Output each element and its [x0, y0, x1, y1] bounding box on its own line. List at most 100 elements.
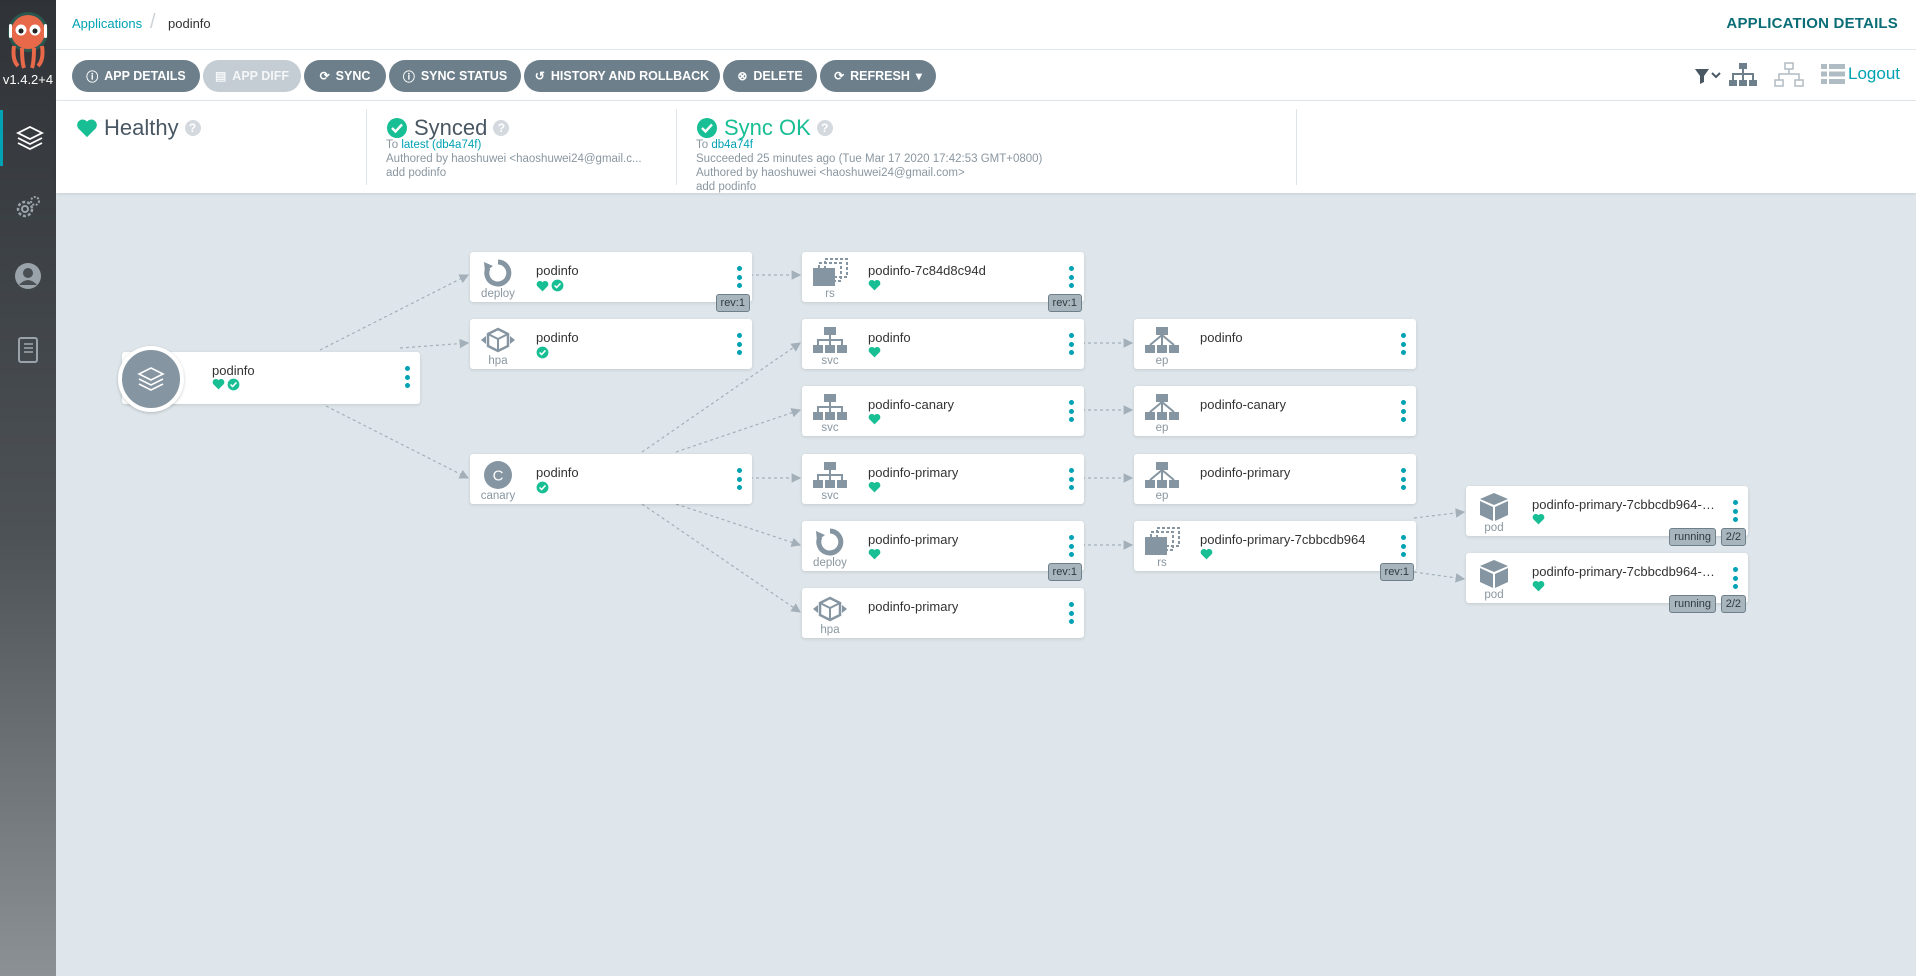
- app-details-button[interactable]: ⓘ APP DETAILS: [72, 60, 200, 92]
- filter-icon[interactable]: [1694, 67, 1722, 85]
- svc-node[interactable]: svc podinfo: [802, 319, 1084, 369]
- history-rollback-button[interactable]: ↺ HISTORY AND ROLLBACK: [524, 60, 720, 92]
- history-icon: ↺: [534, 69, 545, 83]
- resource-status: [536, 279, 564, 292]
- divider: [676, 109, 677, 185]
- divider: [366, 109, 367, 185]
- svc-node[interactable]: svc podinfo-primary: [802, 454, 1084, 504]
- app-diff-button[interactable]: ▤ APP DIFF: [203, 60, 301, 92]
- application-icon: [118, 346, 184, 412]
- sync-status-button[interactable]: ⓘ SYNC STATUS: [389, 60, 521, 92]
- heart-icon: [1200, 548, 1213, 560]
- heart-icon: [77, 119, 97, 138]
- pod-node[interactable]: pod podinfo-primary-7cbbcdb964-9... runnin…: [1466, 486, 1748, 546]
- page-title: APPLICATION DETAILS: [1726, 15, 1898, 32]
- operation-time: Succeeded 25 minutes ago (Tue Mar 17 202…: [696, 153, 1043, 165]
- kebab-menu-icon[interactable]: [1068, 535, 1074, 557]
- heart-icon: [868, 548, 881, 560]
- info-icon: ⓘ: [86, 69, 99, 84]
- deploy-node[interactable]: deploy podinfo-primary rev:1: [802, 521, 1084, 581]
- resource-kind: ep: [1155, 355, 1169, 367]
- hpa-node[interactable]: hpa podinfo: [470, 319, 752, 369]
- pod-node[interactable]: pod podinfo-primary-7cbbcdb964-h... runnin…: [1466, 553, 1748, 613]
- resource-status: [868, 481, 881, 493]
- hpa-node[interactable]: hpa podinfo-primary: [802, 588, 1084, 638]
- resource-name: podinfo-primary: [1200, 465, 1291, 480]
- kebab-menu-icon[interactable]: [736, 333, 742, 355]
- sync-status-block: Synced ? To latest (db4a74f) Authored by…: [386, 101, 676, 185]
- help-icon[interactable]: ?: [816, 120, 833, 136]
- app-diff-label: APP DIFF: [232, 69, 290, 83]
- heart-icon: [1532, 513, 1545, 525]
- nav-settings[interactable]: [0, 180, 56, 236]
- kebab-menu-icon[interactable]: [1068, 266, 1074, 288]
- kebab-menu-icon[interactable]: [1400, 468, 1406, 490]
- rs-node[interactable]: rs podinfo-primary-7cbbcdb964 rev:1: [1134, 521, 1416, 581]
- revision-badge: rev:1: [1047, 563, 1082, 581]
- kebab-menu-icon[interactable]: [736, 266, 742, 288]
- sync-button[interactable]: ⟳ SYNC: [304, 60, 386, 92]
- resource-name: podinfo: [536, 465, 579, 480]
- kebab-menu-icon[interactable]: [1068, 400, 1074, 422]
- operation-author: Authored by haoshuwei <haoshuwei24@gmail…: [696, 167, 965, 179]
- canary-icon: C: [480, 460, 516, 490]
- canary-node[interactable]: Ccanary podinfo: [470, 454, 752, 504]
- resource-name: podinfo-canary: [1200, 397, 1286, 412]
- kebab-menu-icon[interactable]: [404, 366, 410, 388]
- nav-applications[interactable]: [0, 110, 56, 166]
- kebab-menu-icon[interactable]: [1400, 400, 1406, 422]
- resource-kind: canary: [480, 490, 516, 502]
- tree-view-icon[interactable]: [1728, 62, 1758, 88]
- kebab-menu-icon[interactable]: [1732, 500, 1738, 522]
- kebab-menu-icon[interactable]: [1400, 535, 1406, 557]
- kebab-menu-icon[interactable]: [1732, 567, 1738, 589]
- svc-node[interactable]: svc podinfo-canary: [802, 386, 1084, 436]
- refresh-button[interactable]: ⟳ REFRESH ▾: [820, 60, 936, 92]
- revision-badge: rev:1: [1047, 294, 1082, 312]
- list-view-icon[interactable]: [1820, 63, 1846, 85]
- kebab-menu-icon[interactable]: [1400, 333, 1406, 355]
- help-icon[interactable]: ?: [493, 120, 510, 136]
- resource-name: podinfo: [536, 330, 579, 345]
- logout-link[interactable]: Logout: [1848, 64, 1900, 84]
- resource-status: [868, 279, 881, 291]
- delete-button[interactable]: ⊗ DELETE: [723, 60, 817, 92]
- sync-revision-link[interactable]: latest (db4a74f): [401, 139, 481, 151]
- app-details-label: APP DETAILS: [104, 69, 186, 83]
- revision-badge: rev:1: [1379, 563, 1414, 581]
- resource-status: [536, 346, 549, 359]
- ep-node[interactable]: ep podinfo-canary: [1134, 386, 1416, 436]
- pod-status-badge: running: [1669, 528, 1716, 546]
- ep-node[interactable]: ep podinfo-primary: [1134, 454, 1416, 504]
- toolbar: ⓘ APP DETAILS ▤ APP DIFF ⟳ SYNC ⓘ SYNC S…: [56, 50, 1916, 101]
- rs-icon: [812, 258, 848, 288]
- nav-user-info[interactable]: [0, 248, 56, 304]
- nav-documentation[interactable]: [0, 322, 56, 378]
- kebab-menu-icon[interactable]: [1068, 468, 1074, 490]
- svc-icon: [812, 325, 848, 355]
- heart-icon: [868, 346, 881, 358]
- kebab-menu-icon[interactable]: [1068, 602, 1074, 624]
- operation-revision-link[interactable]: db4a74f: [711, 139, 753, 151]
- heart-icon: [868, 413, 881, 425]
- kebab-menu-icon[interactable]: [736, 468, 742, 490]
- sync-author: Authored by haoshuwei <haoshuwei24@gmail…: [386, 153, 642, 165]
- refresh-label: REFRESH: [850, 69, 910, 83]
- argo-logo[interactable]: [6, 8, 50, 72]
- operation-label: Sync OK: [724, 115, 811, 140]
- heart-icon: [868, 481, 881, 493]
- svg-text:C: C: [493, 468, 504, 485]
- rs-node[interactable]: rs podinfo-7c84d8c94d rev:1: [802, 252, 1084, 312]
- resource-status: [868, 548, 881, 560]
- ep-node[interactable]: ep podinfo: [1134, 319, 1416, 369]
- deploy-icon: [812, 527, 848, 557]
- heart-icon: [868, 279, 881, 291]
- refresh-icon: ⟳: [834, 69, 845, 83]
- network-view-icon[interactable]: [1774, 62, 1804, 88]
- deploy-node[interactable]: deploy podinfo rev:1: [470, 252, 752, 312]
- book-icon: [18, 337, 38, 363]
- divider: [1296, 109, 1297, 185]
- kebab-menu-icon[interactable]: [1068, 333, 1074, 355]
- breadcrumb-applications[interactable]: Applications: [72, 16, 142, 31]
- help-icon[interactable]: ?: [184, 120, 201, 136]
